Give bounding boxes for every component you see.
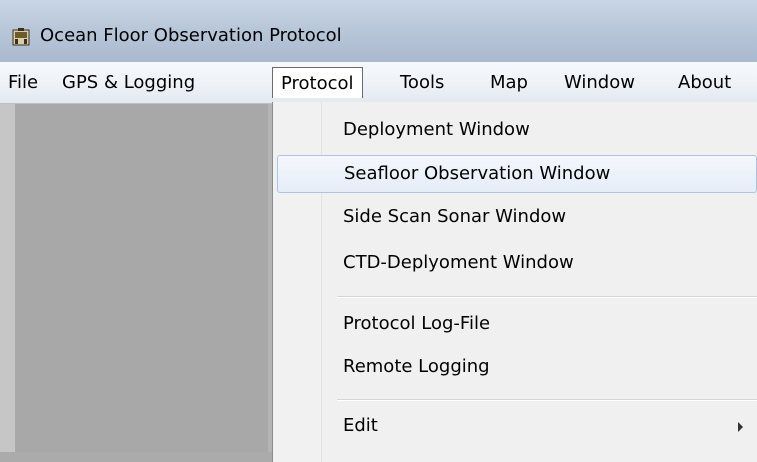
menu-item-deployment-window[interactable]: Deployment Window [277,112,757,150]
menu-item-edit[interactable]: Edit [277,408,757,446]
menu-item-side-scan-sonar-window[interactable]: Side Scan Sonar Window [277,199,757,237]
menu-item-label: Deployment Window [343,119,530,140]
protocol-dropdown-menu: Deployment Window Seafloor Observation W… [272,102,757,462]
menu-window[interactable]: Window [556,67,643,98]
menu-file[interactable]: File [0,67,46,98]
menu-item-remote-logging[interactable]: Remote Logging [277,349,757,387]
menu-separator [337,399,757,401]
workspace-inner-panel [14,104,268,452]
submenu-arrow-icon [738,422,743,432]
menu-item-label: Protocol Log-File [343,313,491,334]
menu-item-label: Side Scan Sonar Window [343,206,567,227]
menu-item-seafloor-observation-window[interactable]: Seafloor Observation Window [277,155,757,193]
menu-item-label: Remote Logging [343,356,490,377]
app-icon[interactable] [11,27,31,47]
menu-item-label: Edit [343,415,378,436]
menu-tools[interactable]: Tools [392,67,452,98]
menu-bar: File GPS & Logging Protocol Tools Map Wi… [0,62,757,104]
menu-protocol[interactable]: Protocol [272,67,363,98]
menu-item-label: Seafloor Observation Window [344,163,611,184]
menu-separator [337,296,757,298]
menu-item-protocol-log-file[interactable]: Protocol Log-File [277,306,757,344]
menu-item-ctd-deployment-window[interactable]: CTD-Deplyoment Window [277,245,757,283]
menu-map[interactable]: Map [482,67,536,98]
menu-about[interactable]: About [670,67,739,98]
title-bar[interactable]: Ocean Floor Observation Protocol [0,0,757,62]
workspace-panel [0,104,273,452]
menu-gps-logging[interactable]: GPS & Logging [54,67,203,98]
window-title: Ocean Floor Observation Protocol [40,25,342,46]
menu-item-label: CTD-Deplyoment Window [343,252,574,273]
